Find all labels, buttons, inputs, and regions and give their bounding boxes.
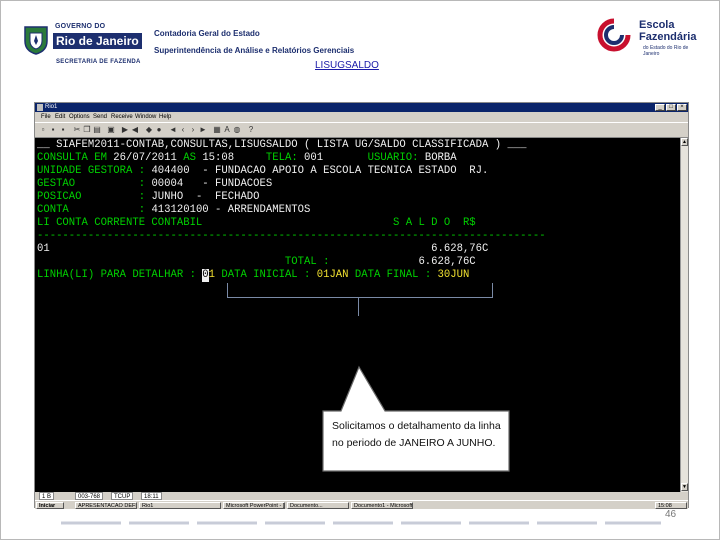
paste-icon[interactable]: ▤ <box>93 126 101 134</box>
terminal-line: UNIDADE GESTORA : 404400 - FUNDACAO APOI… <box>37 165 489 177</box>
open-icon[interactable]: ▪ <box>49 126 57 134</box>
school-subtitle: do Estado do Rio de Janeiro <box>643 45 689 57</box>
status-mode: TCUP <box>111 492 134 500</box>
font-icon[interactable]: A <box>223 126 231 134</box>
school-logo: Escola Fazendária do Estado do Rio de Ja… <box>595 15 705 57</box>
menu-receive[interactable]: Receive <box>111 112 133 122</box>
taskbar-item[interactable]: Microsoft PowerPoint - [... <box>223 502 285 509</box>
taskbar-item[interactable]: Documento... <box>287 502 349 509</box>
school-name-1: Escola <box>639 19 675 31</box>
last-icon[interactable]: ► <box>199 126 207 134</box>
color-icon[interactable]: ◍ <box>233 126 241 134</box>
terminal-line: ----------------------------------------… <box>37 230 546 242</box>
receive-icon[interactable]: ◀ <box>131 126 139 134</box>
status-session: 1 B <box>39 492 55 500</box>
prev-icon[interactable]: ‹ <box>179 126 187 134</box>
cut-icon[interactable]: ✂ <box>73 126 81 134</box>
menu-help[interactable]: Help <box>159 112 171 122</box>
status-time: 18:11 <box>141 492 162 500</box>
print-icon[interactable]: ▣ <box>107 126 115 134</box>
help-icon[interactable]: ? <box>247 126 255 134</box>
save-icon[interactable]: ▪ <box>59 126 67 134</box>
slide-title: LISUGSALDO <box>315 60 379 71</box>
terminal-line: CONSULTA EM 26/07/2011 AS 15:08 TELA: 00… <box>37 152 457 164</box>
status-position: 003-768 <box>75 492 104 500</box>
page-number: 46 <box>665 509 677 520</box>
terminal-line: POSICAO : JUNHO - FECHADO <box>37 191 260 203</box>
macro-icon[interactable]: ◆ <box>145 126 153 134</box>
vertical-scrollbar[interactable]: ▲ ▼ <box>680 138 688 492</box>
minimize-button[interactable]: _ <box>655 104 665 111</box>
first-icon[interactable]: ◄ <box>169 126 177 134</box>
scroll-up-icon[interactable]: ▲ <box>681 138 688 146</box>
terminal-line: 01 6.628,76C <box>37 243 489 255</box>
window-title: Rio1 <box>45 104 58 110</box>
menu-send[interactable]: Send <box>93 112 107 122</box>
menu-edit[interactable]: Edit <box>55 112 65 122</box>
next-icon[interactable]: › <box>189 126 197 134</box>
state-name: Rio de Janeiro <box>53 33 142 49</box>
header-line-1: Contadoria Geral do Estado <box>154 29 260 38</box>
taskbar-item[interactable]: APRESENTACAO DEFINI... <box>75 502 137 509</box>
record-icon[interactable]: ● <box>155 126 163 134</box>
copy-icon[interactable]: ❐ <box>83 126 91 134</box>
menu-window[interactable]: Window <box>135 112 156 122</box>
new-icon[interactable]: ▫ <box>39 126 47 134</box>
terminal-line: TOTAL : 6.628,76C <box>37 256 476 268</box>
display-icon[interactable]: ▦ <box>213 126 221 134</box>
callout-text: Solicitamos o detalhamento da linha no p… <box>332 420 501 449</box>
secretaria-label: SECRETARIA DE FAZENDA <box>56 59 141 65</box>
send-icon[interactable]: ▶ <box>121 126 129 134</box>
swirl-logo-icon <box>597 18 631 52</box>
slide: GOVERNO DO Rio de Janeiro SECRETARIA DE … <box>0 0 720 540</box>
school-name-2: Fazendária <box>639 31 697 43</box>
menu-options[interactable]: Options <box>69 112 90 122</box>
header-line-2: Superintendência de Análise e Relatórios… <box>154 46 355 55</box>
bracket-stem <box>358 298 359 316</box>
toolbar: ▫ ▪ ▪ ✂ ❐ ▤ ▣ ▶ ◀ ◆ ● ◄ ‹ › ► ▦ A ◍ ? <box>35 122 688 138</box>
window-system-icon[interactable] <box>37 104 43 111</box>
maximize-button[interactable]: □ <box>666 104 676 111</box>
taskbar-item[interactable]: Documento1 - Microsoft ... <box>351 502 413 509</box>
government-logo: GOVERNO DO Rio de Janeiro <box>21 21 142 59</box>
terminal-input-line: LINHA(LI) PARA DETALHAR : 01 DATA INICIA… <box>37 269 470 282</box>
terminal-line: CONTA : 413120100 - ARRENDAMENTOS <box>37 204 311 216</box>
close-button[interactable]: × <box>677 104 687 111</box>
highlight-bracket <box>227 283 493 298</box>
status-bar: 1 B 003-768 TCUP 18:11 <box>35 492 688 500</box>
scroll-down-icon[interactable]: ▼ <box>681 483 688 491</box>
window-titlebar: Rio1 _ □ × <box>35 103 688 112</box>
terminal-line: __ SIAFEM2011-CONTAB,CONSULTAS,LISUGSALD… <box>37 139 527 151</box>
government-label: GOVERNO DO <box>55 23 106 30</box>
terminal-line: GESTAO : 00004 - FUNDACOES <box>37 178 273 190</box>
terminal-line: LI CONTA CORRENTE CONTABIL S A L D O R$ <box>37 217 476 229</box>
taskbar: Iniciar APRESENTACAO DEFINI... Rio1 Micr… <box>35 500 688 509</box>
coat-of-arms-icon <box>24 26 48 55</box>
menu-bar: File Edit Options Send Receive Window He… <box>35 112 688 122</box>
start-button[interactable]: Iniciar <box>36 502 64 509</box>
footer-decoration <box>61 521 661 525</box>
menu-file[interactable]: File <box>41 112 51 122</box>
taskbar-item[interactable]: Rio1 <box>139 502 221 509</box>
taskbar-clock: 15:08 <box>655 502 687 509</box>
